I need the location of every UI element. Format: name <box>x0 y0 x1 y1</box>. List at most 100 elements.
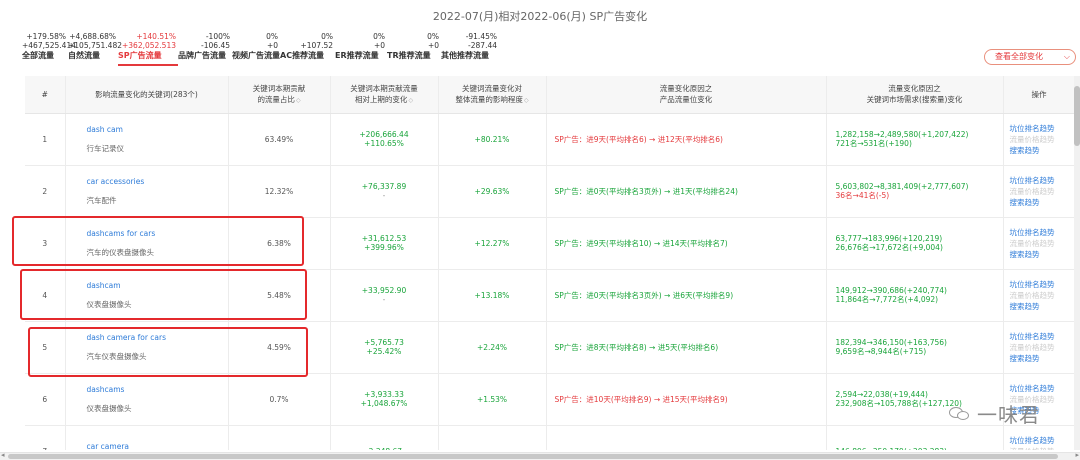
traffic-change-cell: -2,348.67 <box>330 425 439 450</box>
market-demand-cell: 149,912→390,686(+240,774) 11,864名→7,772名(… <box>826 269 1004 322</box>
traffic-share: 63.49% <box>228 113 331 166</box>
sort-icon: ◇ <box>408 96 414 104</box>
vertical-scrollbar-thumb[interactable] <box>1074 86 1080 146</box>
metric-change-value: +105,751.482 <box>68 40 122 50</box>
search-trend-link[interactable]: 搜索趋势 <box>1010 145 1075 156</box>
traffic-change-value: +31,612.53 <box>361 234 407 243</box>
metric-tab-label[interactable]: 自然流量 <box>68 51 118 64</box>
impact-degree: +12.27% <box>438 217 547 270</box>
search-trend-link[interactable]: 搜索趋势 <box>1010 353 1075 364</box>
keyword-link[interactable]: car accessories <box>87 177 228 186</box>
highlight-box-row-4 <box>20 269 307 320</box>
metric-tab-label[interactable]: 其他推荐流量 <box>441 51 499 64</box>
search-volume-change: 146,896→350,179(+203,283) <box>836 447 1003 451</box>
search-trend-link[interactable]: 搜索趋势 <box>1010 301 1075 312</box>
search-volume-change: 1,282,158→2,489,580(+1,207,422) <box>835 130 969 139</box>
row-index: 2 <box>25 165 66 218</box>
col-header-impact-l2: 整体流量的影响程度 <box>455 94 523 104</box>
metric-tab-label[interactable]: TR推荐流量 <box>387 51 441 64</box>
rank-trend-link[interactable]: 坑位排名趋势 <box>1010 123 1075 134</box>
search-volume-change: 2,594→22,038(+19,444) <box>835 390 928 399</box>
metric-change-value: +362,052.513 <box>122 40 176 50</box>
impact-degree: +80.21% <box>438 113 547 166</box>
keyword-translation: 行车记录仪 <box>86 143 125 153</box>
metric-tab-label[interactable]: 全部流量 <box>22 51 68 64</box>
metric-tab-6[interactable]: 0% +0 ER推荐流量 <box>335 32 387 66</box>
metric-tab-1[interactable]: +4,688.68% +105,751.482 自然流量 <box>68 32 122 66</box>
rank-trend-link[interactable]: 坑位排名趋势 <box>1010 331 1075 342</box>
col-header-share-l2: 的流量占比 <box>257 94 295 104</box>
metric-tab-label[interactable]: 品牌广告流量 <box>178 51 232 64</box>
metric-tab-label[interactable]: AC推荐流量 <box>280 51 335 64</box>
vertical-scrollbar[interactable] <box>1074 76 1080 450</box>
position-change-reason: SP广告：进9天(平均排名6) → 进12天(平均排名6) <box>546 113 827 166</box>
col-header-market-l1: 流量变化原因之 <box>888 84 941 94</box>
table-row: 2 car accessories 汽车配件 12.32% +76,337.89- +29… <box>25 165 1075 218</box>
rank-trend-link[interactable]: 坑位排名趋势 <box>1010 435 1075 446</box>
search-volume-change: 5,603,802→8,381,409(+2,777,607) <box>835 182 969 191</box>
rank-trend-link[interactable]: 坑位排名趋势 <box>1010 279 1075 290</box>
traffic-change-percent: +110.65% <box>364 139 404 148</box>
horizontal-scrollbar-thumb[interactable] <box>8 454 1058 459</box>
metric-change-value: +0 <box>427 40 439 50</box>
metric-tab-5[interactable]: 0% +107.52 AC推荐流量 <box>280 32 335 66</box>
market-demand-cell: 146,896→350,179(+203,283) <box>826 425 1004 451</box>
row-index: 1 <box>25 113 66 166</box>
search-trend-link[interactable]: 搜索趋势 <box>1010 197 1075 208</box>
position-change-reason: SP广告：进0天(平均排名3页外) → 进6天(平均排名9) <box>546 269 827 322</box>
search-volume-change: 182,394→346,150(+163,756) <box>835 338 947 347</box>
metric-tab-0[interactable]: +179.58% +467,525.414 全部流量 <box>22 32 76 66</box>
metric-tab-label[interactable]: 视频广告流量 <box>232 51 280 64</box>
rank-trend-link[interactable]: 坑位排名趋势 <box>1010 227 1075 238</box>
metric-tab-2[interactable]: +140.51% +362,052.513 SP广告流量 <box>118 32 178 66</box>
metric-tab-4[interactable]: 0% +0 视频广告流量 <box>232 32 280 66</box>
keyword-link[interactable]: dashcams <box>87 385 228 394</box>
ops-cell: 坑位排名趋势流量价格趋势搜索趋势 <box>1003 217 1075 270</box>
scroll-right-icon[interactable]: ▸ <box>1075 451 1079 459</box>
market-demand-cell: 63,777→183,996(+120,219) 26,676名→17,672名(… <box>826 217 1004 270</box>
rank-trend-link[interactable]: 坑位排名趋势 <box>1010 383 1075 394</box>
metric-change-value: +0 <box>266 40 278 50</box>
metric-tab-3[interactable]: -100% -106.45 品牌广告流量 <box>178 32 232 66</box>
price-trend-link: 流量价格趋势 <box>1009 290 1055 300</box>
metric-change-value: +0 <box>373 40 385 50</box>
search-rank-change: 721名→531名(+190) <box>835 139 912 148</box>
row-index: 7 <box>25 425 66 450</box>
impact-degree: +13.18% <box>438 269 547 322</box>
ops-cell: 坑位排名趋势流量价格趋势搜索趋势 <box>1003 165 1075 218</box>
col-header-reason: 流量变化原因之 产品流量位变化 <box>546 76 827 114</box>
metric-tab-label[interactable]: ER推荐流量 <box>335 51 387 64</box>
search-volume-change: 63,777→183,996(+120,219) <box>835 234 943 243</box>
traffic-change-cell: +5,765.73 +25.42% <box>330 321 439 374</box>
impact-degree <box>438 425 547 450</box>
col-header-share[interactable]: 关键词本期贡献 的流量占比◇ <box>228 76 331 114</box>
traffic-change-cell: +33,952.90- <box>330 269 439 322</box>
col-header-change[interactable]: 关键词本期贡献流量 相对上期的变化◇ <box>330 76 439 114</box>
table-row: 6 dashcams 仪表盘摄像头 0.7% +3,933.33 +1,048.67% +1… <box>25 373 1075 426</box>
horizontal-scrollbar[interactable]: ◂ ▸ <box>0 451 1080 460</box>
col-header-market: 流量变化原因之 关键词市场需求(搜索量)变化 <box>826 76 1004 114</box>
impact-degree: +1.53% <box>438 373 547 426</box>
table-row: 7 car camera -2,348.67 146,896→350,179(+203… <box>25 425 1075 450</box>
traffic-change-percent: - <box>382 191 386 200</box>
metric-tab-label[interactable]: SP广告流量 <box>118 51 178 66</box>
view-all-changes-button[interactable]: 查看全部变化 ⌵ <box>984 49 1076 65</box>
search-trend-link[interactable]: 搜索趋势 <box>1010 249 1075 260</box>
col-header-change-l2: 相对上期的变化 <box>354 94 408 104</box>
market-demand-cell: 1,282,158→2,489,580(+1,207,422) 721名→531名… <box>826 113 1004 166</box>
metric-tab-7[interactable]: 0% +0 TR推荐流量 <box>387 32 441 66</box>
position-change-reason <box>546 425 827 450</box>
search-volume-change: 149,912→390,686(+240,774) <box>835 286 947 295</box>
metric-tab-8[interactable]: -91.45% -287.44 其他推荐流量 <box>441 32 499 66</box>
keyword-link[interactable]: car camera <box>87 442 228 450</box>
scroll-left-icon[interactable]: ◂ <box>1 451 5 459</box>
view-all-changes-label: 查看全部变化 <box>995 52 1043 61</box>
col-header-impact[interactable]: 关键词流量变化对 整体流量的影响程度◇ <box>438 76 547 114</box>
keyword-link[interactable]: dash cam <box>87 125 228 134</box>
position-change-reason: SP广告：进10天(平均排名9) → 进15天(平均排名9) <box>546 373 827 426</box>
market-demand-cell: 5,603,802→8,381,409(+2,777,607) 36名→41名(-… <box>826 165 1004 218</box>
rank-trend-link[interactable]: 坑位排名趋势 <box>1010 175 1075 186</box>
highlight-box-row-3 <box>12 216 304 266</box>
price-trend-link: 流量价格趋势 <box>1009 186 1055 196</box>
price-trend-link: 流量价格趋势 <box>1009 134 1055 144</box>
